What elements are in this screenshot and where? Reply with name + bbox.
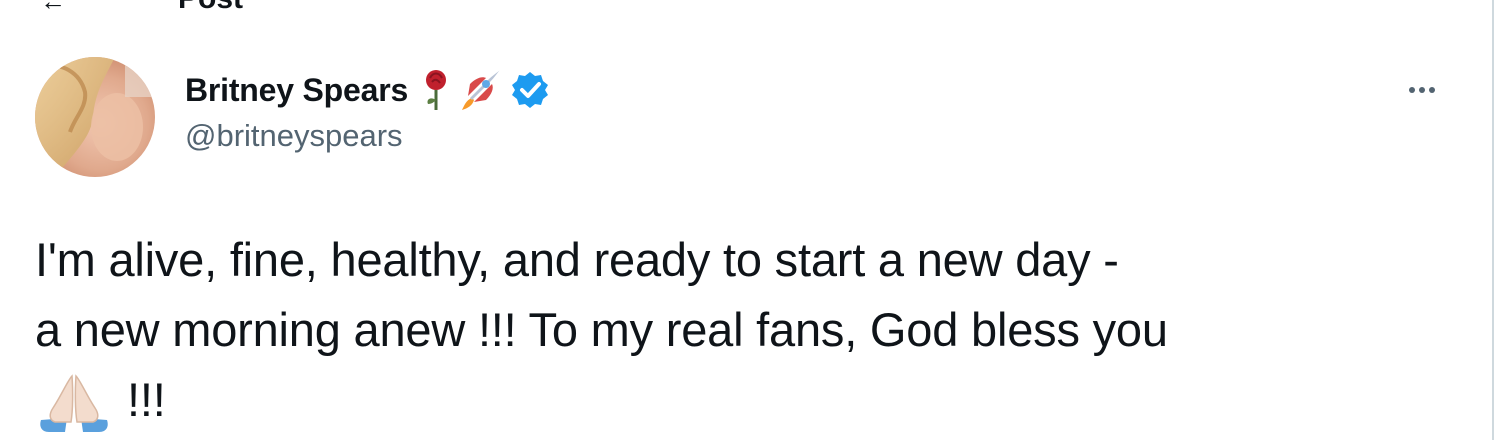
top-navigation-fragment: ← Post — [0, 0, 1500, 12]
tweet-text-line: !!! — [127, 373, 166, 426]
avatar-image — [35, 57, 155, 177]
author-display-name[interactable]: Britney Spears — [185, 72, 408, 109]
page-title: Post — [178, 0, 243, 12]
arrow-left-icon[interactable]: ← — [40, 0, 66, 12]
more-options-button[interactable] — [1400, 76, 1444, 104]
author-name-row: Britney Spears — [185, 66, 550, 114]
tweet-author: Britney Spears @britneyspears — [185, 66, 550, 154]
folded-hands-emoji-icon — [35, 370, 113, 434]
avatar[interactable] — [35, 57, 155, 177]
column-divider — [1492, 0, 1494, 440]
tweet-text: I'm alive, fine, healthy, and ready to s… — [35, 225, 1465, 435]
tweet-text-line: a new morning anew !!! To my real fans, … — [35, 303, 1168, 356]
rocket-emoji-icon — [458, 68, 502, 112]
more-options-icon — [1409, 87, 1435, 93]
tweet-text-line-last: !!! — [35, 365, 1465, 435]
tweet-text-line: I'm alive, fine, healthy, and ready to s… — [35, 233, 1119, 286]
rose-emoji-icon — [420, 68, 452, 112]
verified-badge-icon[interactable] — [510, 68, 550, 112]
author-handle[interactable]: @britneyspears — [185, 118, 550, 154]
